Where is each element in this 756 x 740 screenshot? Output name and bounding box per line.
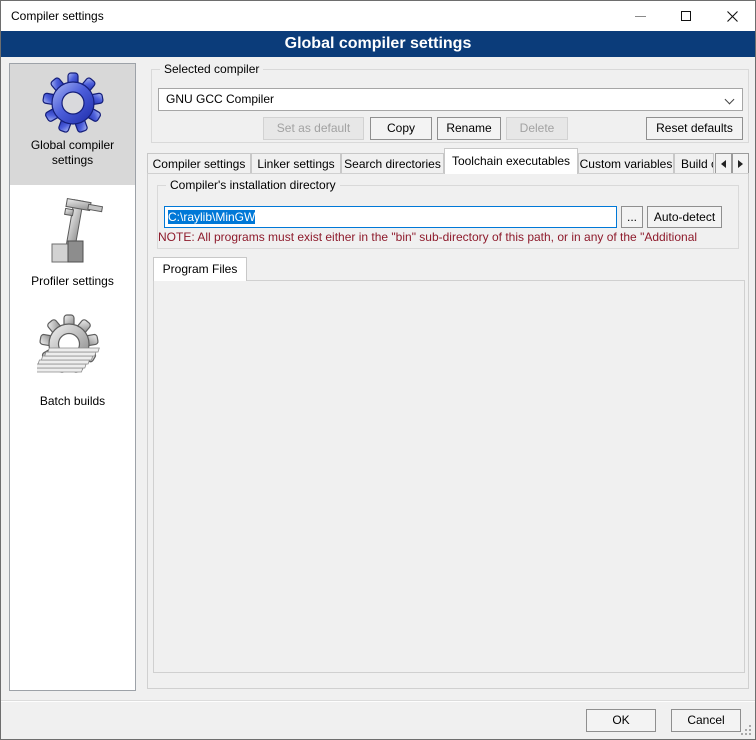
sidebar-item-global-compiler-settings[interactable]: Global compiler settings	[10, 64, 135, 185]
tab-toolchain-executables[interactable]: Toolchain executables	[444, 148, 578, 174]
tab-build-options[interactable]: Build options	[674, 153, 714, 174]
sidebar-item-label: Batch builds	[10, 392, 135, 415]
gray-gear-stack-icon	[37, 312, 109, 390]
tab-scroll-right-button[interactable]	[732, 153, 749, 174]
installation-directory-group-label: Compiler's installation directory	[166, 178, 340, 192]
sidebar-item-profiler-settings[interactable]: Profiler settings	[10, 190, 135, 290]
sidebar-item-batch-builds[interactable]: Batch builds	[10, 306, 135, 416]
resize-grip[interactable]	[740, 724, 752, 736]
installation-directory-value: C:\raylib\MinGW	[168, 210, 255, 224]
rename-button[interactable]: Rename	[437, 117, 501, 140]
program-files-page	[153, 280, 745, 673]
maximize-icon	[681, 11, 691, 21]
close-button[interactable]	[709, 1, 755, 31]
arrow-left-icon	[721, 160, 726, 168]
installation-directory-browse-button[interactable]: ...	[621, 206, 643, 228]
minimize-button[interactable]	[617, 1, 663, 31]
tab-search-directories[interactable]: Search directories	[341, 153, 444, 174]
subtab-program-files[interactable]: Program Files	[153, 257, 247, 281]
ok-button[interactable]: OK	[586, 709, 656, 732]
arrow-right-icon	[738, 160, 743, 168]
set-as-default-button[interactable]: Set as default	[263, 117, 364, 140]
dialog-banner-title: Global compiler settings	[1, 31, 755, 57]
sidebar-item-label: Global compiler settings	[10, 136, 135, 174]
reset-defaults-button[interactable]: Reset defaults	[646, 117, 743, 140]
selected-compiler-value: GNU GCC Compiler	[166, 92, 274, 106]
caliper-icon	[42, 196, 104, 270]
maximize-button[interactable]	[663, 1, 709, 31]
compiler-settings-dialog: Compiler settings Global compiler settin…	[0, 0, 756, 740]
selected-compiler-combobox[interactable]: GNU GCC Compiler	[158, 88, 743, 111]
chevron-down-icon	[725, 95, 735, 105]
tab-scroll-left-button[interactable]	[715, 153, 732, 174]
cancel-button[interactable]: Cancel	[671, 709, 741, 732]
close-icon	[726, 10, 739, 23]
footer-divider-highlight	[1, 701, 756, 702]
installation-note-text: NOTE: All programs must exist either in …	[158, 230, 748, 244]
tab-compiler-settings[interactable]: Compiler settings	[147, 153, 251, 174]
titlebar: Compiler settings	[1, 1, 755, 31]
sidebar-item-label: Profiler settings	[10, 272, 135, 295]
copy-button[interactable]: Copy	[370, 117, 432, 140]
selected-compiler-group-label: Selected compiler	[160, 62, 263, 76]
minimize-icon	[635, 16, 646, 17]
delete-button[interactable]: Delete	[506, 117, 568, 140]
window-controls	[617, 1, 755, 31]
auto-detect-button[interactable]: Auto-detect	[647, 206, 722, 228]
settings-category-list: Global compiler settings Profiler se	[9, 63, 136, 691]
installation-directory-input[interactable]: C:\raylib\MinGW	[164, 206, 617, 228]
tab-custom-variables[interactable]: Custom variables	[578, 153, 674, 174]
tab-linker-settings[interactable]: Linker settings	[251, 153, 341, 174]
window-title: Compiler settings	[11, 1, 104, 31]
blue-gear-icon	[41, 70, 105, 134]
